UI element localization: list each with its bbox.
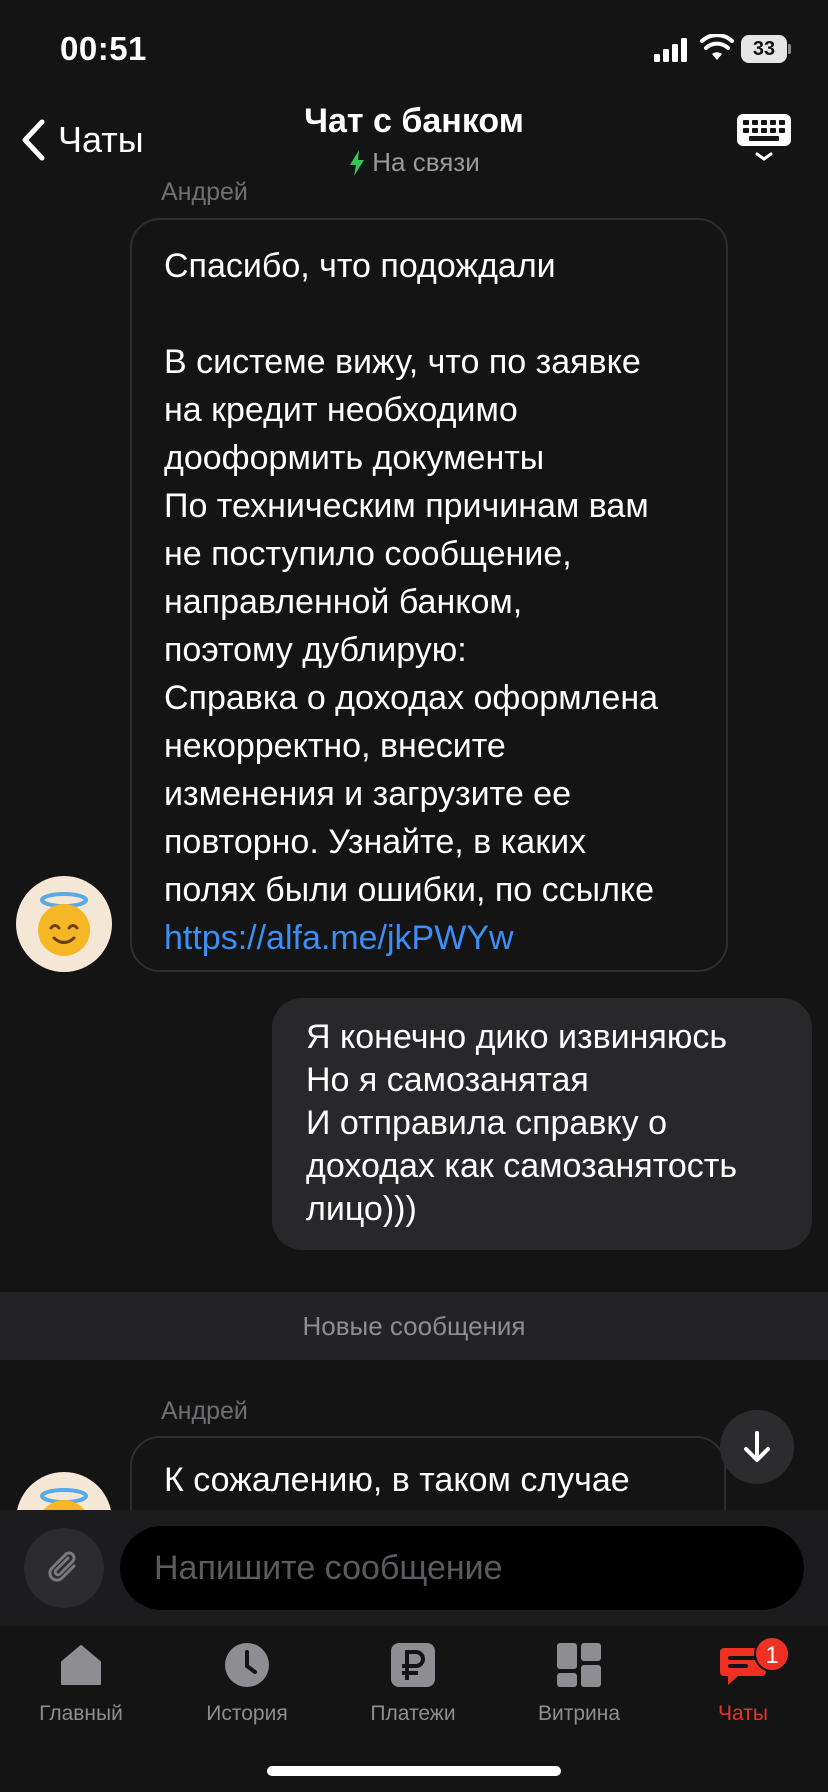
tab-label: Чаты [718,1702,768,1725]
incoming-message: Спасибо, что подождали В системе вижу, ч… [130,218,728,972]
message-composer [0,1510,828,1626]
message-input[interactable] [120,1526,804,1610]
battery-cap [788,44,791,54]
tab-label: Платежи [370,1702,456,1725]
battery-level: 33 [741,35,787,63]
paperclip-icon [48,1551,76,1582]
sender-name: Андрей [161,1397,248,1425]
tab-showcase[interactable]: Витрина [504,1640,654,1740]
tab-label: История [206,1702,288,1725]
chat-header: Чаты Чат с банком На связи [0,100,828,180]
keyboard-icon[interactable] [735,112,793,164]
message-text: К сожалению, в таком случае [164,1461,630,1499]
page-title: Чат с банком [304,102,524,140]
online-status: На связи [0,147,828,178]
lightning-icon [350,149,365,176]
tab-label: Витрина [537,1702,621,1725]
showcase-icon [557,1643,601,1687]
tab-payments[interactable]: Платежи [338,1640,488,1740]
signal-icon [654,38,687,62]
battery-indicator: 33 [741,35,791,63]
home-indicator [267,1766,561,1776]
angel-emoji-icon [38,892,90,956]
unread-badge: 1 [754,1636,790,1672]
status-text: На связи [372,147,480,177]
tab-chats[interactable]: 1 Чаты [668,1636,818,1740]
status-time: 00:51 [60,30,147,67]
title-block: Чат с банком На связи [0,102,828,178]
home-icon [61,1645,101,1685]
message-text: Я конечно дико извиняюсь Но я самозанята… [306,1018,738,1228]
clock-icon [225,1643,269,1687]
attach-button[interactable] [24,1528,104,1608]
tab-history[interactable]: История [172,1640,322,1740]
sender-name: Андрей [161,178,248,206]
tab-label: Главный [39,1702,123,1725]
scroll-down-button[interactable] [720,1410,794,1484]
wifi-icon [700,34,734,60]
arrow-down-icon [744,1431,770,1462]
message-text: Спасибо, что подождали В системе вижу, ч… [164,242,724,962]
message-body: Спасибо, что подождали В системе вижу, ч… [164,247,659,909]
tab-home[interactable]: Главный [6,1640,156,1740]
status-bar: 00:51 33 [0,0,828,100]
ruble-icon [391,1643,435,1687]
message-link[interactable]: https://alfa.me/jkPWYw [164,919,514,957]
avatar [16,876,112,972]
new-messages-divider: Новые сообщения [0,1292,828,1360]
outgoing-message: Я конечно дико извиняюсь Но я самозанята… [272,998,812,1250]
